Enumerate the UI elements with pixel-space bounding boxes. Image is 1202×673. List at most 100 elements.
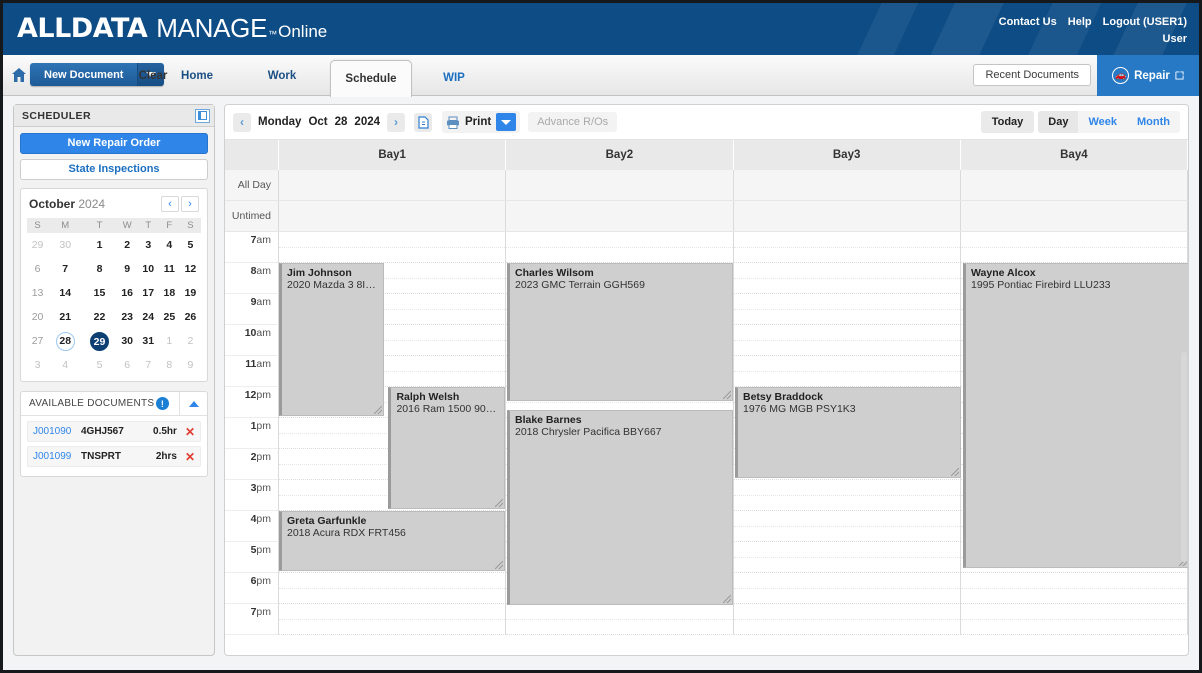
new-document-button[interactable]: New Document xyxy=(30,63,139,86)
calendar-prev-month-button[interactable]: ‹ xyxy=(161,196,179,212)
recent-documents-button[interactable]: Recent Documents xyxy=(973,64,1091,86)
appointment-block[interactable]: Greta Garfunkle 2018 Acura RDX FRT456 xyxy=(279,511,505,571)
document-id-link[interactable]: J001090 xyxy=(33,426,81,437)
appointment-block[interactable]: Charles Wilsom 2023 GMC Terrain GGH569 xyxy=(507,263,733,401)
appointment-block[interactable]: Wayne Alcox 1995 Pontiac Firebird LLU233 xyxy=(963,263,1188,568)
calendar-day-4[interactable]: 4 xyxy=(159,233,180,257)
calendar-day-7[interactable]: 7 xyxy=(48,257,82,281)
appointment-block[interactable]: Jim Johnson2020 Mazda 3 8IOU56 xyxy=(279,263,385,416)
print-dropdown-button[interactable] xyxy=(496,113,517,131)
untimed-cell-bay3[interactable] xyxy=(734,201,961,231)
calendar-day-13[interactable]: 13 xyxy=(27,281,48,305)
user-link[interactable]: User xyxy=(1163,33,1187,45)
view-month-button[interactable]: Month xyxy=(1127,111,1180,133)
calendar-day-16[interactable]: 16 xyxy=(117,281,138,305)
calendar-day-30[interactable]: 30 xyxy=(48,233,82,257)
all-day-cell-bay4[interactable] xyxy=(961,170,1188,200)
remove-document-icon[interactable]: ✕ xyxy=(185,450,195,464)
help-link[interactable]: Help xyxy=(1068,16,1092,28)
calendar-day-27[interactable]: 27 xyxy=(27,329,48,353)
all-day-cell-bay3[interactable] xyxy=(734,170,961,200)
calendar-day-29[interactable]: 29 xyxy=(27,233,48,257)
document-id-link[interactable]: J001099 xyxy=(33,451,81,462)
available-documents-toggle[interactable] xyxy=(179,392,207,415)
all-day-row[interactable]: All Day xyxy=(225,170,1188,201)
calendar-day-5[interactable]: 5 xyxy=(82,353,116,377)
calendar-day-24[interactable]: 24 xyxy=(138,305,159,329)
resize-handle[interactable] xyxy=(951,468,959,476)
calendar-day-1[interactable]: 1 xyxy=(159,329,180,353)
resize-handle[interactable] xyxy=(495,561,503,569)
calendar-day-2[interactable]: 2 xyxy=(180,329,201,353)
calendar-day-20[interactable]: 20 xyxy=(27,305,48,329)
calendar-day-18[interactable]: 18 xyxy=(159,281,180,305)
print-group[interactable]: Print xyxy=(442,111,521,133)
resize-handle[interactable] xyxy=(723,595,731,604)
appointment-block[interactable]: Blake Barnes 2018 Chrysler Pacifica BBY66… xyxy=(507,410,733,606)
resize-handle[interactable] xyxy=(723,390,731,399)
collapse-panel-icon[interactable] xyxy=(195,108,210,123)
calendar-day-23[interactable]: 23 xyxy=(117,305,138,329)
view-day-button[interactable]: Day xyxy=(1038,111,1079,133)
calendar-day-2[interactable]: 2 xyxy=(117,233,138,257)
calendar-day-10[interactable]: 10 xyxy=(138,257,159,281)
repair-button[interactable]: 🚗 Repair xyxy=(1097,55,1199,96)
available-document-row[interactable]: J001090 4GHJ567 0.5hr ✕ xyxy=(27,421,201,442)
calendar-day-15[interactable]: 15 xyxy=(82,281,116,305)
appointment-block[interactable]: Ralph Welsh 2016 Ram 1500 902... xyxy=(388,387,505,509)
calendar-day-5[interactable]: 5 xyxy=(180,233,201,257)
calendar-day-9[interactable]: 9 xyxy=(180,353,201,377)
today-button[interactable]: Today xyxy=(980,111,1035,133)
calendar-day-6[interactable]: 6 xyxy=(117,353,138,377)
home-icon[interactable] xyxy=(11,67,27,83)
new-repair-order-button[interactable]: New Repair Order xyxy=(20,133,208,154)
calendar-day-28[interactable]: 28 xyxy=(48,329,82,353)
advance-ros-button[interactable]: Advance R/Os xyxy=(528,112,618,132)
calendar-day-1[interactable]: 1 xyxy=(82,233,116,257)
vertical-scrollbar[interactable] xyxy=(1181,352,1187,562)
appointment-block[interactable]: Betsy Braddock 1976 MG MGB PSY1K3 xyxy=(735,387,961,478)
calendar-day-7[interactable]: 7 xyxy=(138,353,159,377)
calendar-day-8[interactable]: 8 xyxy=(82,257,116,281)
calendar-day-25[interactable]: 25 xyxy=(159,305,180,329)
nav-home[interactable]: Home xyxy=(171,55,223,96)
calendar-day-21[interactable]: 21 xyxy=(48,305,82,329)
untimed-cell-bay1[interactable] xyxy=(279,201,507,231)
document-icon[interactable] xyxy=(414,112,433,132)
untimed-row[interactable]: Untimed xyxy=(225,201,1188,232)
calendar-day-19[interactable]: 19 xyxy=(180,281,201,305)
calendar-day-9[interactable]: 9 xyxy=(117,257,138,281)
next-day-button[interactable]: › xyxy=(387,112,406,132)
resize-handle[interactable] xyxy=(494,499,503,507)
all-day-cell-bay1[interactable] xyxy=(279,170,507,200)
nav-work[interactable]: Work xyxy=(255,55,309,96)
calendar-day-8[interactable]: 8 xyxy=(159,353,180,377)
resize-handle[interactable] xyxy=(374,406,383,414)
state-inspections-button[interactable]: State Inspections xyxy=(20,159,208,180)
view-week-button[interactable]: Week xyxy=(1078,111,1127,133)
calendar-day-29[interactable]: 29 xyxy=(82,329,116,353)
tab-schedule[interactable]: Schedule xyxy=(330,60,412,97)
calendar-day-26[interactable]: 26 xyxy=(180,305,201,329)
calendar-day-22[interactable]: 22 xyxy=(82,305,116,329)
calendar-day-30[interactable]: 30 xyxy=(117,329,138,353)
calendar-day-31[interactable]: 31 xyxy=(138,329,159,353)
calendar-day-17[interactable]: 17 xyxy=(138,281,159,305)
calendar-day-3[interactable]: 3 xyxy=(27,353,48,377)
untimed-cell-bay4[interactable] xyxy=(961,201,1188,231)
calendar-day-11[interactable]: 11 xyxy=(159,257,180,281)
previous-day-button[interactable]: ‹ xyxy=(233,112,251,132)
calendar-day-14[interactable]: 14 xyxy=(48,281,82,305)
untimed-cell-bay2[interactable] xyxy=(506,201,734,231)
logout-link[interactable]: Logout (USER1) xyxy=(1103,16,1187,28)
all-day-cell-bay2[interactable] xyxy=(506,170,734,200)
calendar-next-month-button[interactable]: › xyxy=(181,196,199,212)
calendar-day-3[interactable]: 3 xyxy=(138,233,159,257)
tab-wip[interactable]: WIP xyxy=(413,60,495,96)
calendar-day-12[interactable]: 12 xyxy=(180,257,201,281)
calendar-day-6[interactable]: 6 xyxy=(27,257,48,281)
remove-document-icon[interactable]: ✕ xyxy=(185,425,195,439)
calendar-day-4[interactable]: 4 xyxy=(48,353,82,377)
contact-us-link[interactable]: Contact Us xyxy=(999,16,1057,28)
available-document-row[interactable]: J001099 TNSPRT 2hrs ✕ xyxy=(27,446,201,467)
